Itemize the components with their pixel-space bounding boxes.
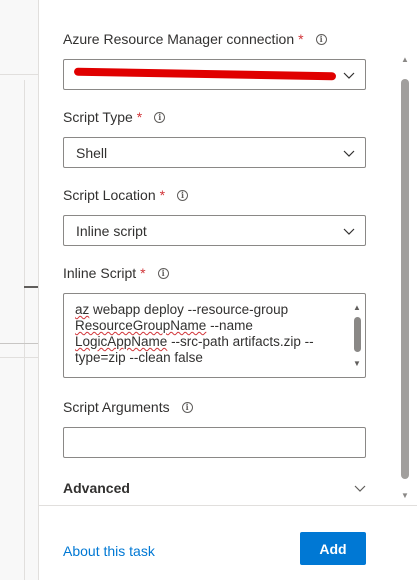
script-arguments-label-row: Script Arguments i — [63, 399, 193, 415]
scrollbar-thumb[interactable] — [354, 317, 361, 352]
arm-connection-dropdown[interactable] — [63, 59, 366, 90]
script-type-label-row: Script Type * i — [63, 109, 166, 125]
info-icon[interactable]: i — [315, 33, 327, 45]
script-type-value: Shell — [76, 144, 108, 161]
chevron-down-icon[interactable] — [354, 482, 366, 494]
info-icon[interactable]: i — [154, 111, 166, 123]
textarea-scrollbar[interactable]: ▲ ▼ — [353, 300, 362, 372]
redaction-mark — [73, 67, 337, 81]
script-location-value: Inline script — [76, 222, 147, 239]
canvas-divider — [0, 357, 38, 358]
script-arguments-input[interactable] — [63, 427, 366, 458]
canvas-divider — [0, 343, 38, 344]
chevron-down-icon — [343, 150, 355, 157]
canvas-divider — [0, 74, 38, 75]
scroll-up-icon[interactable]: ▲ — [401, 55, 409, 64]
inline-script-textarea[interactable]: az webapp deploy --resource-group Resour… — [63, 293, 366, 378]
required-marker: * — [136, 109, 143, 125]
script-arguments-label: Script Arguments — [63, 399, 170, 415]
task-config-panel: Azure Resource Manager connection * i Sc… — [38, 0, 417, 580]
script-location-label: Script Location — [63, 187, 156, 203]
panel-footer: About this task Add — [39, 505, 417, 580]
advanced-section-toggle[interactable]: Advanced — [63, 480, 130, 496]
arm-connection-label-row: Azure Resource Manager connection * i — [63, 31, 327, 47]
arm-connection-label: Azure Resource Manager connection — [63, 31, 295, 47]
info-icon[interactable]: i — [177, 189, 189, 201]
info-icon[interactable]: i — [157, 267, 169, 279]
canvas-connector — [24, 286, 38, 288]
script-location-label-row: Script Location * i — [63, 187, 189, 203]
script-line: type=zip --clean false — [75, 350, 203, 365]
panel-scrollbar[interactable]: ▲ ▼ — [399, 55, 411, 500]
required-marker: * — [298, 31, 304, 47]
about-task-link[interactable]: About this task — [63, 543, 155, 559]
inline-script-label: Inline Script — [63, 265, 137, 281]
scroll-up-icon[interactable]: ▲ — [353, 300, 361, 316]
chevron-down-icon — [343, 228, 355, 235]
script-line: LogicAppName --src-path artifacts.zip -- — [75, 334, 314, 349]
scrollbar-thumb[interactable] — [401, 79, 409, 479]
script-location-dropdown[interactable]: Inline script — [63, 215, 366, 246]
scroll-down-icon[interactable]: ▼ — [401, 491, 409, 500]
required-marker: * — [140, 265, 146, 281]
canvas-divider — [24, 80, 25, 580]
add-button[interactable]: Add — [300, 532, 366, 565]
inline-script-label-row: Inline Script * i — [63, 265, 169, 281]
pipeline-canvas — [0, 0, 38, 580]
info-icon[interactable]: i — [181, 401, 193, 413]
scroll-down-icon[interactable]: ▼ — [353, 356, 361, 372]
script-line: az webapp deploy --resource-group — [75, 302, 289, 317]
script-type-label: Script Type — [63, 109, 133, 125]
required-marker: * — [159, 187, 166, 203]
script-type-dropdown[interactable]: Shell — [63, 137, 366, 168]
script-line: ResourceGroupName --name — [75, 318, 253, 333]
chevron-down-icon — [343, 72, 355, 79]
